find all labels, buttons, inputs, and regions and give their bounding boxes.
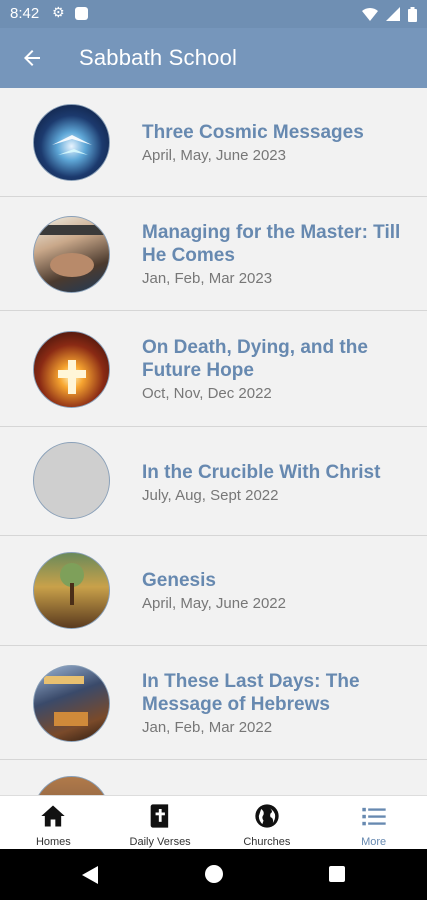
home-icon — [41, 805, 66, 827]
lesson-period: Jan, Feb, Mar 2023 — [142, 270, 273, 287]
globe-icon — [255, 804, 279, 828]
list-item[interactable]: On Death, Dying, and the Future Hope Oct… — [0, 311, 427, 427]
lesson-cover-image — [33, 331, 110, 408]
notification-status-icon — [75, 7, 88, 20]
list-item[interactable] — [0, 760, 427, 795]
list-item[interactable]: Managing for the Master: Till He Comes J… — [0, 197, 427, 311]
lesson-period: July, Aug, Sept 2022 — [142, 487, 279, 504]
lesson-cover-image — [33, 104, 110, 181]
settings-status-icon: ⚙ — [52, 4, 65, 20]
list-item[interactable]: In These Last Days: The Message of Hebre… — [0, 646, 427, 760]
system-back-icon[interactable] — [82, 866, 98, 884]
nav-homes[interactable]: Homes — [0, 796, 107, 849]
lesson-period: April, May, June 2023 — [142, 147, 286, 164]
bottom-navigation: Homes Daily Verses Churches More — [0, 795, 427, 849]
nav-label: More — [361, 836, 387, 848]
signal-icon — [386, 7, 400, 21]
lesson-period: Oct, Nov, Dec 2022 — [142, 385, 272, 402]
list-item[interactable]: In the Crucible With Christ July, Aug, S… — [0, 427, 427, 536]
lesson-list: Three Cosmic Messages April, May, June 2… — [0, 88, 427, 795]
nav-daily-verses[interactable]: Daily Verses — [107, 796, 214, 849]
list-item[interactable]: Three Cosmic Messages April, May, June 2… — [0, 88, 427, 197]
lesson-title: In the Crucible With Christ — [142, 462, 381, 483]
page-title: Sabbath School — [79, 45, 238, 70]
lesson-title: Genesis — [142, 570, 216, 591]
lesson-period: Jan, Feb, Mar 2022 — [142, 719, 273, 736]
list-item[interactable]: Genesis April, May, June 2022 — [0, 536, 427, 646]
wifi-icon — [362, 8, 378, 21]
status-bar: 8:42 ⚙ — [0, 0, 427, 28]
lesson-title: On Death, Dying, and the Future Hope — [142, 337, 368, 381]
bible-icon — [150, 804, 169, 828]
lesson-period: April, May, June 2022 — [142, 595, 286, 612]
list-icon — [361, 807, 386, 826]
lesson-title: Three Cosmic Messages — [142, 122, 364, 143]
nav-label: Homes — [35, 836, 71, 848]
lesson-cover-image — [33, 552, 110, 629]
back-arrow-icon[interactable] — [20, 46, 44, 70]
lesson-cover-image — [33, 216, 110, 293]
nav-label: Churches — [243, 836, 291, 848]
system-navigation-bar — [0, 849, 427, 900]
lesson-cover-image — [33, 776, 110, 795]
lesson-cover-placeholder — [33, 442, 110, 519]
system-recents-icon[interactable] — [329, 866, 345, 882]
nav-label: Daily Verses — [129, 836, 191, 848]
lesson-title: Managing for the Master: Till He Comes — [142, 222, 401, 266]
battery-icon — [408, 6, 417, 22]
lesson-title: In These Last Days: The Message of Hebre… — [142, 671, 360, 715]
lesson-cover-image — [33, 665, 110, 742]
nav-more[interactable]: More — [320, 796, 427, 849]
nav-churches[interactable]: Churches — [214, 796, 321, 849]
status-time: 8:42 — [10, 5, 40, 22]
app-bar: Sabbath School — [0, 28, 427, 88]
system-home-icon[interactable] — [205, 865, 223, 883]
